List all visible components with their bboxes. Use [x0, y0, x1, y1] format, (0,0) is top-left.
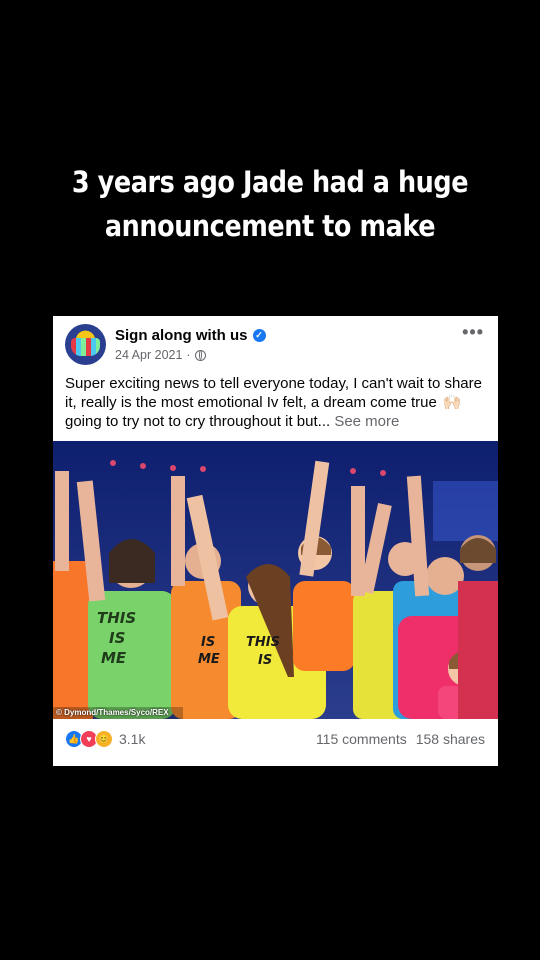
care-icon: 😊 — [95, 730, 113, 748]
post-text-part-2: going to try not to cry throughout it bu… — [65, 413, 331, 430]
page-name[interactable]: Sign along with us — [115, 327, 248, 344]
post-date[interactable]: 24 Apr 2021 — [115, 348, 182, 362]
svg-text:THIS: THIS — [246, 635, 280, 650]
svg-text:THIS: THIS — [97, 609, 136, 627]
more-options-button[interactable]: ••• — [462, 322, 484, 343]
svg-text:IS: IS — [258, 653, 272, 668]
headline-line-1: 3 years ago Jade had a huge — [71, 165, 469, 199]
post-photo[interactable]: THIS IS ME THIS IS IS ME © Dymond/Thames… — [53, 441, 498, 719]
post-text-part-1: Super exciting news to tell everyone tod… — [65, 375, 482, 411]
globe-icon — [194, 349, 206, 361]
svg-text:IS: IS — [109, 629, 125, 647]
meta-separator: · — [186, 348, 191, 362]
svg-text:ME: ME — [198, 652, 220, 667]
post-header: Sign along with us ✓ — [115, 327, 266, 344]
shares-count[interactable]: 158 shares — [416, 731, 485, 747]
svg-text:IS: IS — [201, 635, 215, 650]
photo-scene: THIS IS ME THIS IS IS ME — [53, 441, 498, 719]
reaction-summary[interactable]: 👍 ♥ 😊 3.1k — [65, 730, 145, 748]
photo-credit: © Dymond/Thames/Syco/REX — [56, 708, 169, 717]
raising-hands-icon: 🙌🏻 — [442, 394, 462, 411]
facebook-post-card: Sign along with us ✓ 24 Apr 2021 · ••• S… — [53, 316, 498, 766]
comments-count[interactable]: 115 comments — [316, 731, 407, 747]
verified-badge-icon: ✓ — [252, 329, 266, 342]
post-stats: 115 comments 158 shares — [316, 731, 485, 747]
video-headline: 3 years ago Jade had a huge announcement… — [32, 160, 507, 248]
see-more-link[interactable]: See more — [334, 413, 399, 430]
reaction-count[interactable]: 3.1k — [119, 731, 145, 747]
post-text: Super exciting news to tell everyone tod… — [65, 374, 490, 431]
svg-text:ME: ME — [101, 649, 127, 667]
page-avatar[interactable] — [65, 324, 106, 365]
headline-line-2: announcement to make — [104, 209, 436, 243]
post-meta: 24 Apr 2021 · — [115, 348, 206, 362]
